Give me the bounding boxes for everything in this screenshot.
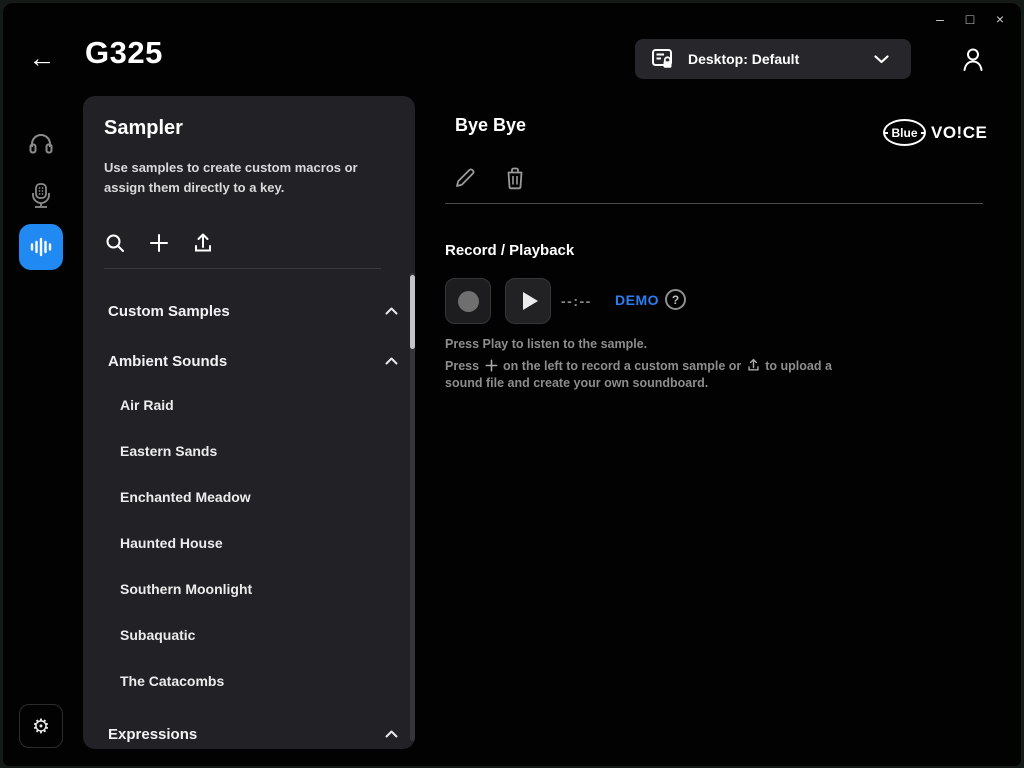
microphone-icon [28,182,54,210]
help-button[interactable]: ? [665,289,686,310]
plus-inline-icon [485,359,498,372]
list-item[interactable]: Haunted House [120,531,380,555]
voice-wordmark: VO!CE [931,122,988,142]
list-item[interactable]: The Catacombs [120,669,380,693]
pencil-icon [453,166,477,190]
upload-icon [193,232,213,254]
hint-record-text: Press on the left to record a custom sam… [445,358,859,392]
tab-sampler-active[interactable] [19,224,63,270]
search-icon [105,233,125,253]
settings-button[interactable]: ⚙ [19,704,63,748]
profile-dropdown-label: Desktop: Default [688,51,800,67]
add-sample-button[interactable] [148,232,170,254]
blue-voice-logo: Blue VO!CE [883,119,987,146]
window-controls: – □ × [925,7,1015,31]
profile-dropdown[interactable]: Desktop: Default [635,39,911,79]
page-title: G325 [85,35,163,70]
list-item[interactable]: Subaquatic [120,623,380,647]
group-expressions[interactable]: Expressions [108,722,398,746]
close-button[interactable]: × [985,7,1015,31]
sample-title: Bye Bye [455,115,527,135]
scrollbar-thumb[interactable] [410,275,415,349]
group-ambient-sounds[interactable]: Ambient Sounds [108,349,398,373]
chevron-up-icon [385,357,398,365]
headset-icon [28,130,54,156]
hint-prefix: Press [445,359,480,373]
question-icon: ? [671,292,680,307]
user-account-button[interactable] [957,43,989,75]
group-label: Expressions [108,725,198,743]
panel-title: Sampler [104,117,183,139]
hint-play-text: Press Play to listen to the sample. [445,337,648,351]
app-window: – □ × ← G325 Desktop: Default ⚙ Sampler … [3,3,1021,766]
chevron-up-icon [385,307,398,315]
maximize-button[interactable]: □ [955,7,985,31]
waveform-icon [28,234,54,260]
upload-sample-button[interactable] [192,232,214,254]
list-item[interactable]: Eastern Sands [120,439,380,463]
list-item[interactable]: Air Raid [120,393,380,417]
edit-sample-button[interactable] [453,166,477,190]
group-custom-samples[interactable]: Custom Samples [108,299,398,323]
blue-oval-text: Blue [891,125,918,140]
tab-microphone[interactable] [19,174,63,218]
user-icon [959,45,987,73]
minimize-button[interactable]: – [925,7,955,31]
group-label: Ambient Sounds [108,352,228,370]
group-label: Custom Samples [108,302,230,320]
search-button[interactable] [104,232,126,254]
demo-badge: DEMO [615,292,659,308]
chevron-down-icon [874,55,889,64]
play-button[interactable] [505,278,551,324]
upload-inline-icon [748,358,759,371]
delete-sample-button[interactable] [504,166,528,190]
sampler-panel: Sampler Use samples to create custom mac… [83,96,415,749]
record-icon [457,290,479,312]
list-item[interactable]: Enchanted Meadow [120,485,380,509]
plus-icon [149,233,169,253]
panel-divider [104,268,381,269]
blue-oval-badge: Blue [883,119,926,146]
trash-icon [504,166,528,190]
list-item[interactable]: Southern Moonlight [120,577,380,601]
record-playback-title: Record / Playback [445,242,575,259]
record-button[interactable] [445,278,491,324]
hint-mid: on the left to record a custom sample or [503,359,742,373]
time-display: --:-- [561,293,592,309]
back-button[interactable]: ← [25,41,59,75]
scrollbar-track[interactable] [410,273,415,741]
gear-icon: ⚙ [32,715,50,738]
tab-headset[interactable] [19,121,63,165]
play-icon [522,292,538,310]
content-divider [445,203,983,204]
panel-description: Use samples to create custom macros or a… [104,160,358,195]
chevron-up-icon [385,730,398,738]
desktop-lock-icon [652,49,676,69]
